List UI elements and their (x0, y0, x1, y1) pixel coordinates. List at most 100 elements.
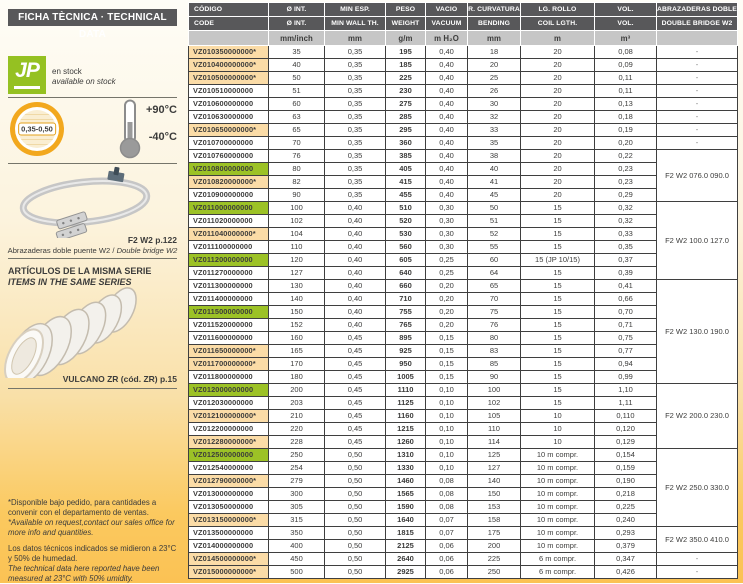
spec-value-cell: 32 (468, 111, 521, 124)
product-code-cell: VZ010350000000* (189, 46, 269, 59)
spec-value-cell: 0,11 (595, 72, 657, 85)
table-row: VZ0130000000003000,5015650,0815010 m com… (189, 488, 738, 501)
spec-value-cell: 35 (269, 46, 325, 59)
spec-value-cell: 0,426 (595, 566, 657, 579)
spec-value-cell: 0,293 (595, 527, 657, 540)
clamp-page-reference: F2 W2 p.122 (8, 235, 177, 245)
product-code-cell: VZ014000000000 (189, 540, 269, 553)
spec-value-cell: 51 (468, 215, 521, 228)
unit-blank-clamps (657, 31, 738, 46)
table-row: VZ0115000000001500,407550,2075150,70 (189, 306, 738, 319)
product-code-cell: VZ011700000000* (189, 358, 269, 371)
spec-value-cell: 10 m compr. (521, 540, 595, 553)
spec-value-cell: 0,40 (325, 306, 386, 319)
table-row: VZ0125400000002540,5013300,1012710 m com… (189, 462, 738, 475)
table-row: VZ0110000000001000,405100,3050150,32F2 W… (189, 202, 738, 215)
stock-text-es: en stock (52, 67, 116, 77)
spec-value-cell: 765 (386, 319, 426, 332)
spec-value-cell: 0,35 (325, 176, 386, 189)
spec-value-cell: 0,20 (426, 293, 468, 306)
spec-value-cell: 0,30 (426, 241, 468, 254)
spec-value-cell: 0,35 (325, 163, 386, 176)
spec-value-cell: 275 (386, 98, 426, 111)
spec-value-cell: 10 m compr. (521, 449, 595, 462)
bridge-clamp-cell: - (657, 553, 738, 566)
col-header-code-es: CÓDIGO (189, 3, 269, 17)
spec-value-cell: 90 (468, 371, 521, 384)
spec-value-cell: 195 (386, 46, 426, 59)
spec-value-cell: 1110 (386, 384, 426, 397)
table-row: VZ010630000000630,352850,4032200,18- (189, 111, 738, 124)
spec-value-cell: 185 (386, 59, 426, 72)
spec-value-cell: 0,154 (595, 449, 657, 462)
spec-value-cell: 0,347 (595, 553, 657, 566)
spec-value-cell: 1125 (386, 397, 426, 410)
spec-value-cell: 660 (386, 280, 426, 293)
spec-value-cell: 0,70 (595, 306, 657, 319)
product-code-cell: VZ010630000000 (189, 111, 269, 124)
spec-value-cell: 75 (468, 306, 521, 319)
spec-value-cell: 127 (468, 462, 521, 475)
product-code-cell: VZ012200000000 (189, 423, 269, 436)
table-row: VZ012280000000*2280,4512600,10114100,129 (189, 436, 738, 449)
col-header-bending-en: BENDING (468, 17, 521, 31)
spec-value-cell: 0,129 (595, 436, 657, 449)
spec-value-cell: 0,50 (325, 449, 386, 462)
spec-value-cell: 0,35 (325, 85, 386, 98)
product-code-cell: VZ011520000000 (189, 319, 269, 332)
spec-value-cell: 20 (521, 150, 595, 163)
wall-thickness-badge: 0,35-0,50 (10, 102, 64, 156)
table-row: VZ010760000000760,353850,4038200,22F2 W2… (189, 150, 738, 163)
unit-weight: g/m (386, 31, 426, 46)
spec-value-cell: 0,35 (325, 72, 386, 85)
spec-value-cell: 0,75 (595, 332, 657, 345)
spec-value-cell: 0,10 (426, 384, 468, 397)
bridge-clamp-cell: - (657, 59, 738, 72)
series-item-reference: VULCANO ZR (cód. ZR) p.15 (8, 374, 177, 384)
table-row: VZ011700000000*1700,459500,1585150,94 (189, 358, 738, 371)
spec-value-cell: 15 (521, 332, 595, 345)
spec-value-cell: 0,240 (595, 514, 657, 527)
spec-value-cell: 15 (521, 397, 595, 410)
spec-value-cell: 1260 (386, 436, 426, 449)
table-row: VZ0118000000001800,4510050,1590150,99 (189, 371, 738, 384)
spec-value-cell: 18 (468, 46, 521, 59)
spec-value-cell: 0,40 (426, 163, 468, 176)
spec-value-cell: 100 (269, 202, 325, 215)
clamp-caption-es: Abrazaderas doble puente W2 (8, 246, 111, 255)
spec-value-cell: 20 (521, 85, 595, 98)
table-row: VZ0120300000002030,4511250,10102151,11 (189, 397, 738, 410)
spec-value-cell: 10 m compr. (521, 462, 595, 475)
table-row: VZ010900000000900,354550,4045200,29 (189, 189, 738, 202)
spec-value-cell: 0,50 (325, 540, 386, 553)
spec-value-cell: 0,45 (325, 358, 386, 371)
spec-value-cell: 150 (468, 488, 521, 501)
spec-value-cell: 385 (386, 150, 426, 163)
spec-value-cell: 10 (521, 436, 595, 449)
col-header-vacuum-en: VACUUM (426, 17, 468, 31)
product-code-cell: VZ012030000000 (189, 397, 269, 410)
spec-value-cell: 295 (386, 124, 426, 137)
spec-value-cell: 0,159 (595, 462, 657, 475)
sidebar: FICHA TÈCNICA · TECHNICAL DATA JP en sto… (0, 0, 185, 583)
spec-value-cell: 15 (521, 384, 595, 397)
spec-value-cell: 0,45 (325, 332, 386, 345)
spec-value-cell: 0,40 (325, 267, 386, 280)
spec-value-cell: 15 (521, 280, 595, 293)
spec-value-cell: 450 (269, 553, 325, 566)
spec-value-cell: 83 (468, 345, 521, 358)
spec-value-cell: 0,07 (426, 527, 468, 540)
spec-value-cell: 10 m compr. (521, 475, 595, 488)
jp-logo-underline (14, 86, 40, 89)
spec-value-cell: 120 (269, 254, 325, 267)
table-row: VZ010820000000*820,354150,4041200,23 (189, 176, 738, 189)
table-row: VZ0135000000003500,5018150,0717510 m com… (189, 527, 738, 540)
spec-value-cell: 0,45 (325, 371, 386, 384)
spec-value-cell: 0,40 (426, 85, 468, 98)
footnote-conditions-es: Los datos técnicos indicados se midieron… (8, 544, 180, 563)
product-code-cell: VZ011020000000 (189, 215, 269, 228)
product-code-cell: VZ012500000000 (189, 449, 269, 462)
spec-value-cell: 0,50 (325, 566, 386, 579)
spec-value-cell: 0,40 (426, 98, 468, 111)
spec-value-cell: 510 (386, 202, 426, 215)
